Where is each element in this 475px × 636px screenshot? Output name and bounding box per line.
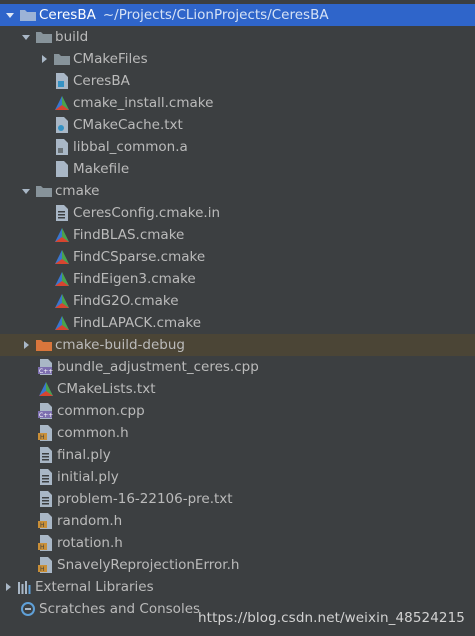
tree-item-label: problem-16-22106-pre.txt bbox=[57, 491, 233, 507]
tree-item-label: CeresBA bbox=[73, 73, 130, 89]
expand-arrow-right-icon[interactable] bbox=[38, 53, 50, 65]
svg-text:H: H bbox=[40, 544, 45, 551]
folder-icon bbox=[36, 183, 52, 199]
tree-item-label: libbal_common.a bbox=[73, 139, 188, 155]
library-bars-icon bbox=[16, 579, 32, 595]
tree-item-label: common.cpp bbox=[57, 403, 145, 419]
tree-item-label: rotation.h bbox=[57, 535, 123, 551]
tree-item-label: cmake bbox=[55, 183, 100, 199]
tree-item-label: External Libraries bbox=[35, 579, 154, 595]
tree-item-findeigen3[interactable]: FindEigen3.cmake bbox=[0, 268, 475, 290]
expand-arrow-right-icon[interactable] bbox=[20, 339, 32, 351]
tree-item-findcsparse[interactable]: FindCSparse.cmake bbox=[0, 246, 475, 268]
settings-file-icon bbox=[54, 117, 70, 133]
cmake-triangle-icon bbox=[54, 271, 70, 287]
tree-item-final-ply[interactable]: final.ply bbox=[0, 444, 475, 466]
header-file-icon: H bbox=[38, 557, 54, 573]
cmake-triangle-icon bbox=[54, 293, 70, 309]
text-file-icon bbox=[54, 205, 70, 221]
tree-item-random-h[interactable]: H random.h bbox=[0, 510, 475, 532]
tree-item-label: FindG2O.cmake bbox=[73, 293, 179, 309]
tree-item-label: SnavelyReprojectionError.h bbox=[57, 557, 240, 573]
header-file-icon: H bbox=[38, 425, 54, 441]
expand-arrow-right-icon[interactable] bbox=[2, 581, 14, 593]
text-file-icon bbox=[38, 469, 54, 485]
scratches-icon bbox=[20, 601, 36, 617]
tree-item-libbal-common[interactable]: libbal_common.a bbox=[0, 136, 475, 158]
binary-file-icon bbox=[54, 139, 70, 155]
tree-item-common-h[interactable]: H common.h bbox=[0, 422, 475, 444]
folder-icon bbox=[36, 29, 52, 45]
tree-item-findg2o[interactable]: FindG2O.cmake bbox=[0, 290, 475, 312]
expand-arrow-down-icon[interactable] bbox=[4, 9, 16, 21]
tree-item-cmakecache[interactable]: CMakeCache.txt bbox=[0, 114, 475, 136]
tree-item-label: final.ply bbox=[57, 447, 111, 463]
text-file-icon bbox=[54, 161, 70, 177]
binary-file-icon bbox=[54, 73, 70, 89]
tree-item-project-root[interactable]: CeresBA ~/Projects/CLionProjects/CeresBA bbox=[0, 4, 475, 26]
tree-item-common-cpp[interactable]: C++ common.cpp bbox=[0, 400, 475, 422]
tree-item-label: build bbox=[55, 29, 89, 45]
project-name-label: CeresBA bbox=[39, 7, 96, 23]
tree-item-label: cmake-build-debug bbox=[55, 337, 185, 353]
tree-item-makefile[interactable]: Makefile bbox=[0, 158, 475, 180]
watermark-text: https://blog.csdn.net/weixin_48524215 bbox=[198, 610, 465, 626]
tree-item-label: FindLAPACK.cmake bbox=[73, 315, 202, 331]
expand-arrow-down-icon[interactable] bbox=[20, 31, 32, 43]
tree-item-cmake-install[interactable]: cmake_install.cmake bbox=[0, 92, 475, 114]
tree-item-cmakelists[interactable]: CMakeLists.txt bbox=[0, 378, 475, 400]
tree-item-ceresba-binary[interactable]: CeresBA bbox=[0, 70, 475, 92]
folder-icon bbox=[54, 51, 70, 67]
svg-text:C++: C++ bbox=[39, 412, 53, 419]
header-file-icon: H bbox=[38, 535, 54, 551]
tree-item-rotation-h[interactable]: H rotation.h bbox=[0, 532, 475, 554]
expand-arrow-down-icon[interactable] bbox=[20, 185, 32, 197]
tree-item-snavely-h[interactable]: H SnavelyReprojectionError.h bbox=[0, 554, 475, 576]
header-file-icon: H bbox=[38, 513, 54, 529]
text-file-icon bbox=[38, 491, 54, 507]
cmake-triangle-icon bbox=[54, 315, 70, 331]
svg-text:H: H bbox=[40, 434, 45, 441]
tree-item-label: FindCSparse.cmake bbox=[73, 249, 206, 265]
project-tree: CeresBA ~/Projects/CLionProjects/CeresBA… bbox=[0, 4, 475, 620]
tree-item-bundle-adjustment-cpp[interactable]: C++ bundle_adjustment_ceres.cpp bbox=[0, 356, 475, 378]
tree-item-ceresconfig[interactable]: CeresConfig.cmake.in bbox=[0, 202, 475, 224]
tree-item-cmake-folder[interactable]: cmake bbox=[0, 180, 475, 202]
svg-text:H: H bbox=[40, 566, 45, 573]
tree-item-label: initial.ply bbox=[57, 469, 119, 485]
cmake-triangle-icon bbox=[54, 227, 70, 243]
tree-item-label: FindEigen3.cmake bbox=[73, 271, 196, 287]
folder-icon bbox=[20, 7, 36, 23]
tree-item-label: Makefile bbox=[73, 161, 130, 177]
tree-item-problem-txt[interactable]: problem-16-22106-pre.txt bbox=[0, 488, 475, 510]
cpp-file-icon: C++ bbox=[38, 403, 54, 419]
tree-item-findblas[interactable]: FindBLAS.cmake bbox=[0, 224, 475, 246]
tree-item-label: cmake_install.cmake bbox=[73, 95, 214, 111]
excluded-folder-icon bbox=[36, 337, 52, 353]
tree-item-label: CMakeCache.txt bbox=[73, 117, 183, 133]
tree-item-cmake-build-debug[interactable]: cmake-build-debug bbox=[0, 334, 475, 356]
tree-item-label: bundle_adjustment_ceres.cpp bbox=[57, 359, 259, 375]
tree-item-findlapack[interactable]: FindLAPACK.cmake bbox=[0, 312, 475, 334]
cmake-triangle-icon bbox=[54, 249, 70, 265]
tree-item-cmakefiles-folder[interactable]: CMakeFiles bbox=[0, 48, 475, 70]
svg-text:H: H bbox=[40, 522, 45, 529]
svg-text:C++: C++ bbox=[39, 368, 53, 375]
tree-item-initial-ply[interactable]: initial.ply bbox=[0, 466, 475, 488]
cmake-triangle-icon bbox=[54, 95, 70, 111]
tree-item-label: common.h bbox=[57, 425, 129, 441]
project-path-label: ~/Projects/CLionProjects/CeresBA bbox=[102, 7, 329, 23]
cpp-file-icon: C++ bbox=[38, 359, 54, 375]
tree-item-label: CMakeFiles bbox=[73, 51, 148, 67]
tree-item-label: Scratches and Consoles bbox=[39, 601, 201, 617]
tree-item-label: CeresConfig.cmake.in bbox=[73, 205, 221, 221]
cmake-triangle-icon bbox=[38, 381, 54, 397]
tree-item-label: CMakeLists.txt bbox=[57, 381, 156, 397]
tree-item-build-folder[interactable]: build bbox=[0, 26, 475, 48]
tree-item-external-libraries[interactable]: External Libraries bbox=[0, 576, 475, 598]
tree-item-label: random.h bbox=[57, 513, 123, 529]
text-file-icon bbox=[38, 447, 54, 463]
tree-item-label: FindBLAS.cmake bbox=[73, 227, 185, 243]
